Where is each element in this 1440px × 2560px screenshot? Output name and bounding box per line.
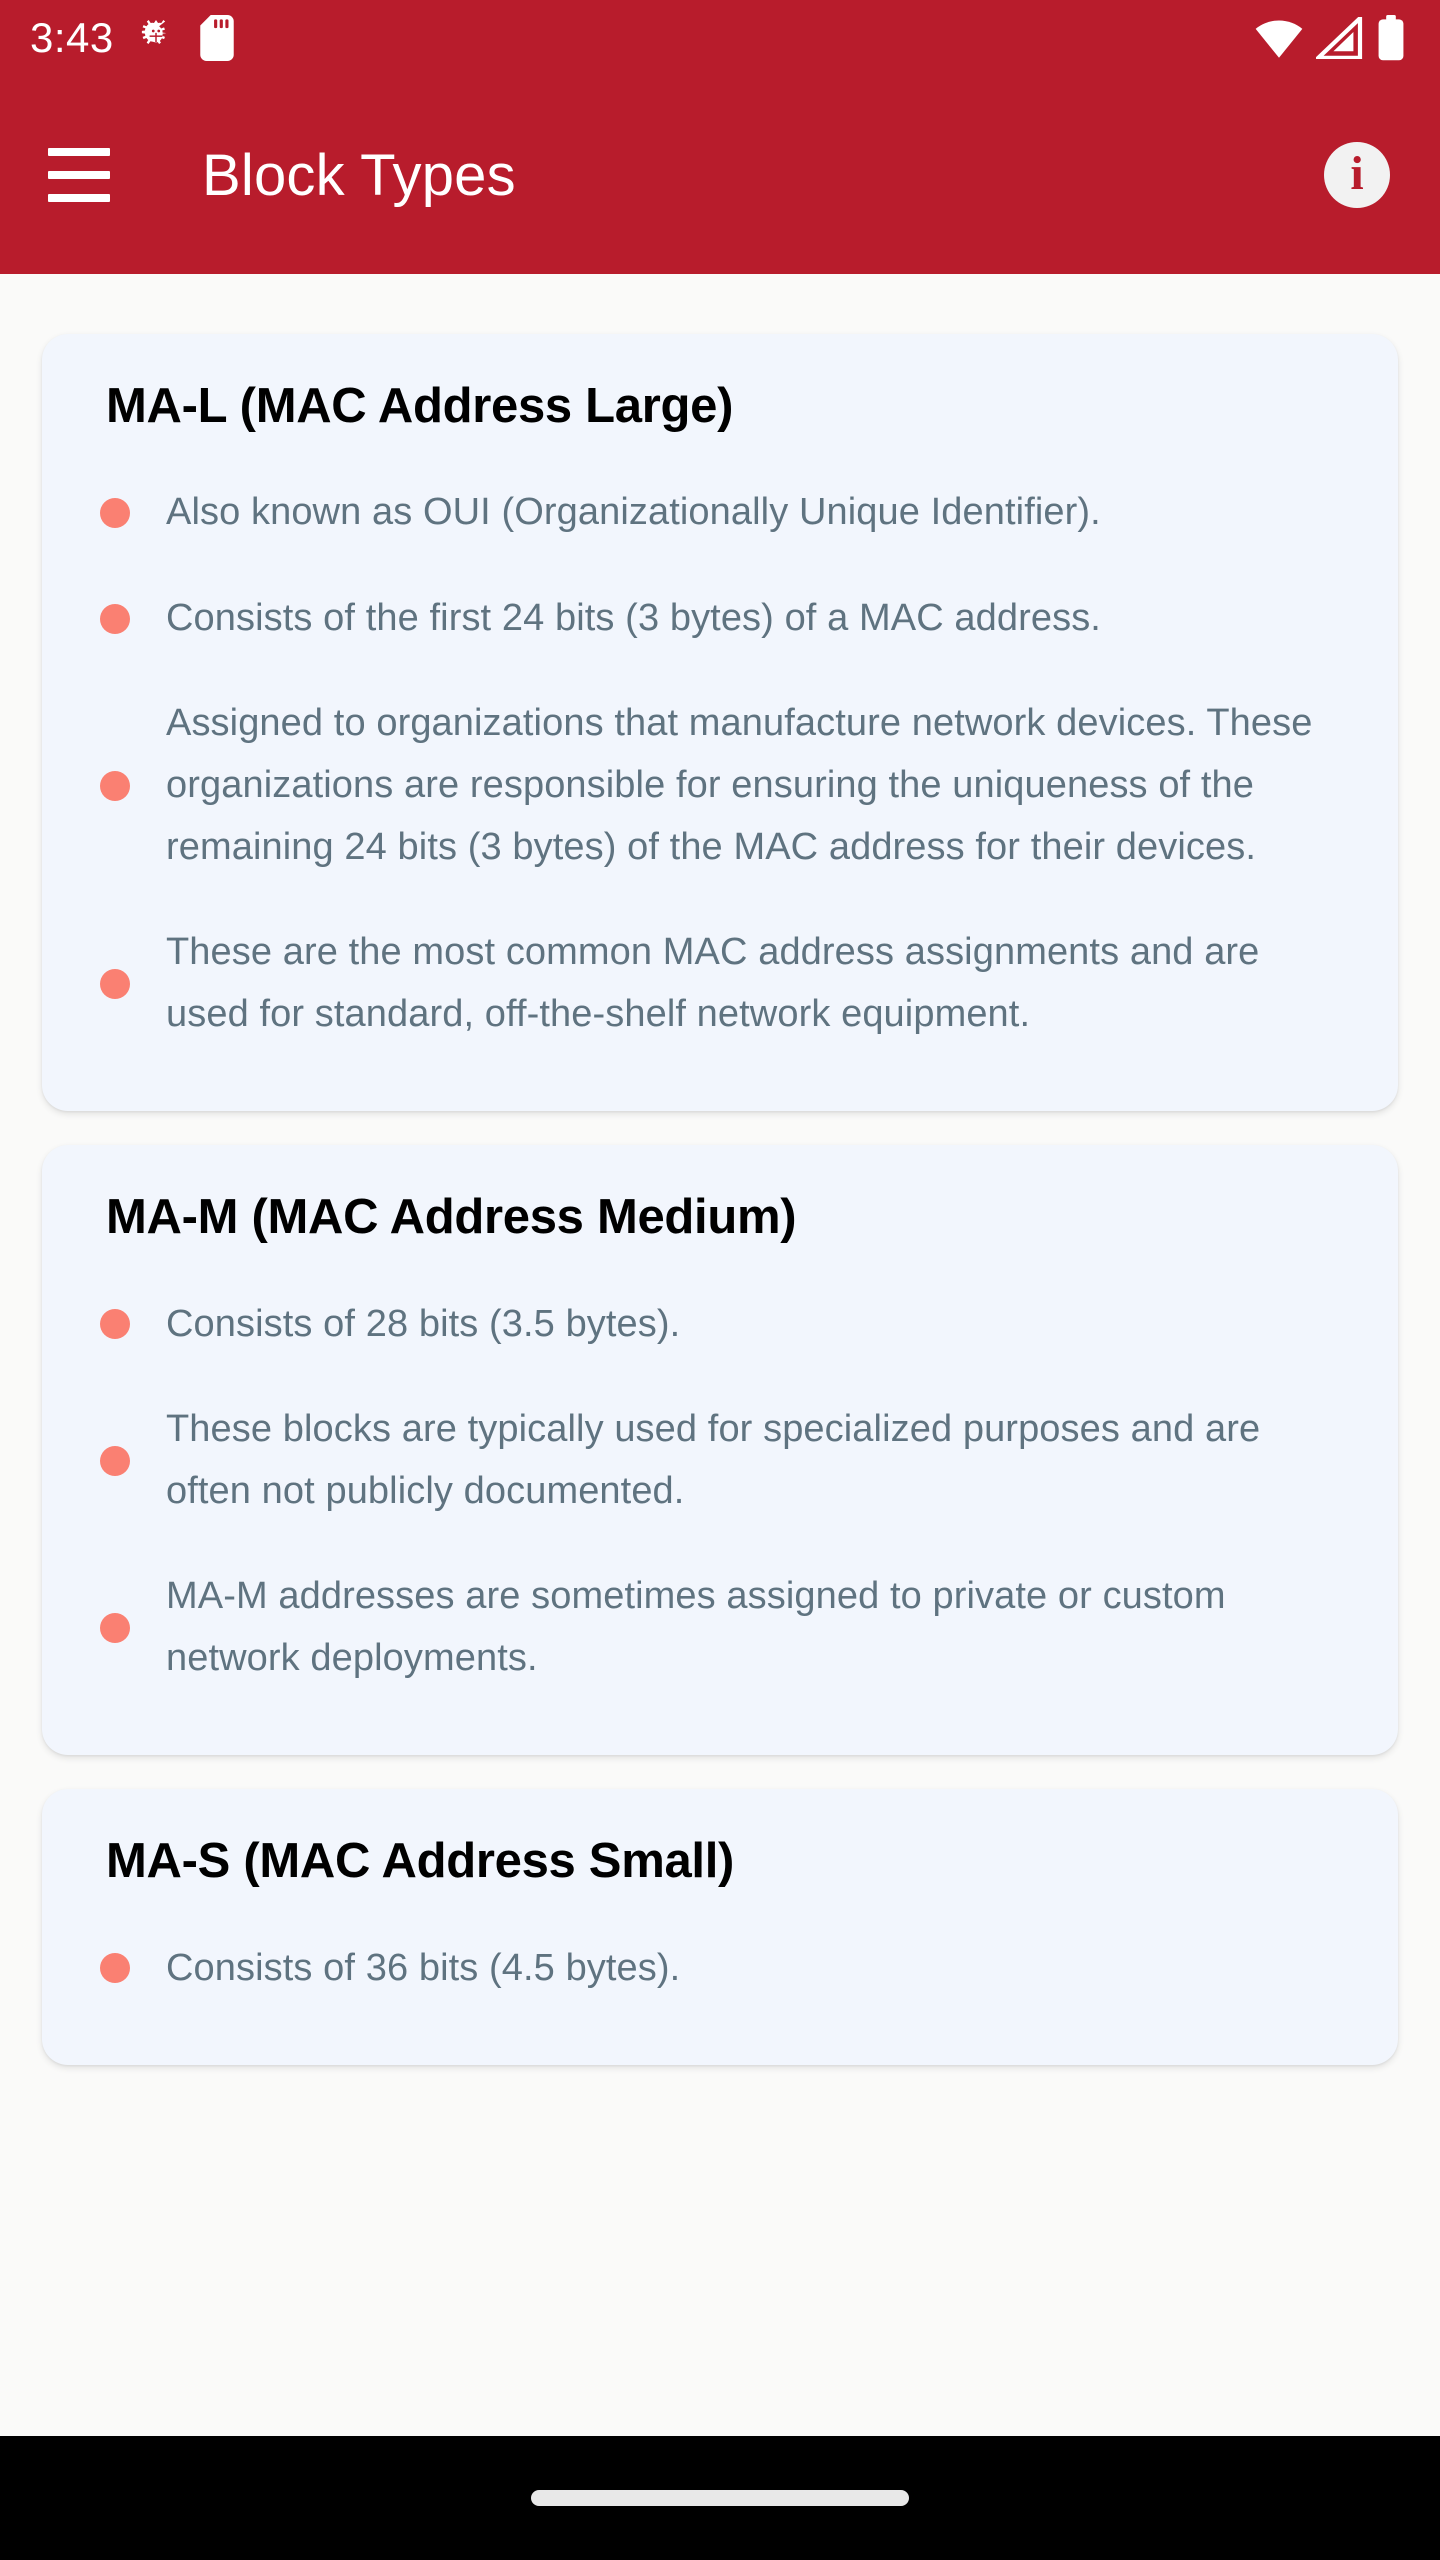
list-item: These blocks are typically used for spec… bbox=[76, 1377, 1360, 1544]
app-bar: Block Types i bbox=[0, 76, 1440, 274]
cellular-signal-icon bbox=[1316, 17, 1363, 59]
page-title: Block Types bbox=[202, 142, 516, 208]
card-title: MA-M (MAC Address Medium) bbox=[106, 1190, 797, 1245]
hamburger-bar bbox=[48, 194, 110, 202]
list-item: These are the most common MAC address as… bbox=[76, 900, 1360, 1067]
card-ma-l[interactable]: MA-L (MAC Address Large) Also known as O… bbox=[42, 334, 1398, 1112]
bullet-text: MA-M addresses are sometimes assigned to… bbox=[166, 1575, 1226, 1679]
hamburger-bar bbox=[48, 148, 110, 156]
list-item: MA-M addresses are sometimes assigned to… bbox=[76, 1544, 1360, 1711]
bullet-dot-icon bbox=[100, 1953, 130, 1984]
bullet-dot-icon bbox=[100, 1309, 130, 1340]
wifi-icon bbox=[1255, 20, 1303, 58]
hamburger-menu-icon[interactable] bbox=[48, 136, 126, 214]
status-bar-right bbox=[1254, 15, 1406, 61]
sd-card-icon bbox=[200, 15, 234, 61]
status-bar-left: 3:43 bbox=[30, 15, 236, 61]
list-item: Also known as OUI (Organizationally Uniq… bbox=[76, 460, 1360, 566]
list-item: Assigned to organizations that manufactu… bbox=[76, 671, 1360, 900]
bug-icon bbox=[141, 20, 166, 45]
bullet-dot-icon bbox=[100, 770, 130, 801]
system-navigation-bar bbox=[0, 2436, 1440, 2560]
hamburger-bar bbox=[48, 171, 110, 179]
card-title: MA-S (MAC Address Small) bbox=[106, 1834, 735, 1889]
card-ma-m[interactable]: MA-M (MAC Address Medium) Consists of 28… bbox=[42, 1145, 1398, 1756]
bullet-dot-icon bbox=[100, 498, 130, 529]
bullet-text: Also known as OUI (Organizationally Uniq… bbox=[166, 491, 1101, 534]
bullet-dot-icon bbox=[100, 968, 130, 999]
card-title: MA-L (MAC Address Large) bbox=[106, 379, 734, 433]
bullet-text: These blocks are typically used for spec… bbox=[166, 1408, 1261, 1512]
bullet-text: These are the most common MAC address as… bbox=[166, 931, 1260, 1035]
list-item: Consists of 36 bits (4.5 bytes). bbox=[76, 1916, 1360, 2022]
block-types-list[interactable]: MA-L (MAC Address Large) Also known as O… bbox=[0, 274, 1440, 2560]
bullet-text: Consists of 36 bits (4.5 bytes). bbox=[166, 1946, 681, 1989]
bullet-dot-icon bbox=[100, 1612, 130, 1643]
home-indicator[interactable] bbox=[531, 2490, 909, 2506]
status-clock: 3:43 bbox=[30, 14, 114, 61]
status-bar: 3:43 bbox=[0, 0, 1440, 76]
bullet-text: Assigned to organizations that manufactu… bbox=[166, 702, 1313, 868]
info-button[interactable]: i bbox=[1314, 132, 1400, 218]
bullet-text: Consists of the first 24 bits (3 bytes) … bbox=[166, 596, 1101, 639]
card-ma-s[interactable]: MA-S (MAC Address Small) Consists of 36 … bbox=[42, 1789, 1398, 2066]
list-item: Consists of 28 bits (3.5 bytes). bbox=[76, 1272, 1360, 1378]
bullet-text: Consists of 28 bits (3.5 bytes). bbox=[166, 1302, 681, 1345]
battery-icon bbox=[1378, 15, 1404, 61]
info-icon: i bbox=[1324, 142, 1390, 208]
bullet-dot-icon bbox=[100, 1445, 130, 1476]
phone-screen: 3:43 Block Types i MA-L (MAC Address Lar… bbox=[0, 0, 1440, 2560]
bullet-dot-icon bbox=[100, 603, 130, 634]
list-item: Consists of the first 24 bits (3 bytes) … bbox=[76, 566, 1360, 672]
